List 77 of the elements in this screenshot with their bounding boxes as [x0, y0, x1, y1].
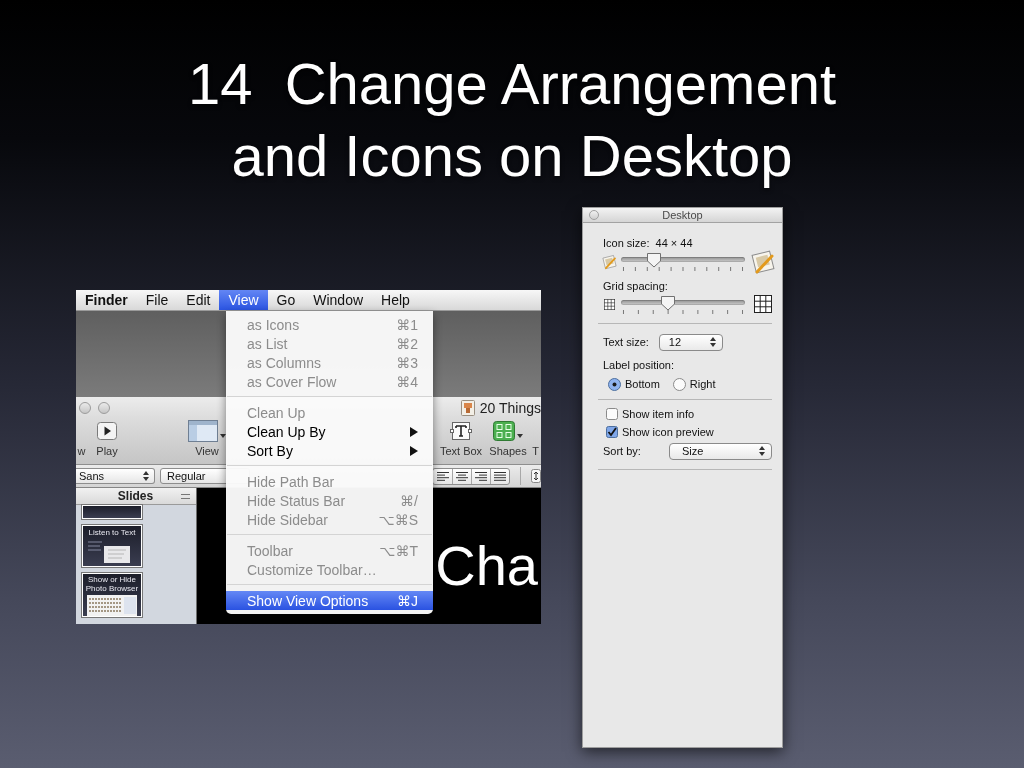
align-right-button[interactable] [471, 468, 490, 484]
slide-title: 14 Change Arrangement and Icons on Desktop [187, 50, 837, 190]
toolbar-button[interactable]: T [530, 419, 541, 464]
slide-thumbnail[interactable]: Listen to Text [82, 525, 142, 567]
up-down-arrows-icon [143, 471, 149, 481]
play-icon [97, 422, 117, 440]
window-title: 20 Things [479, 400, 541, 416]
slide-thumbnail[interactable]: Show or Hide Photo Browser [82, 573, 142, 617]
keyboard-shortcut: ⌘2 [396, 335, 418, 352]
menu-bar-item[interactable]: Window [304, 290, 373, 310]
submenu-arrow-icon [410, 426, 418, 437]
keyboard-shortcut: ⌘/ [400, 492, 418, 509]
radio-button[interactable] [608, 377, 621, 391]
panel-title: Slides [116, 489, 155, 503]
menu-bar-item[interactable]: File [136, 290, 178, 310]
grid-icon [603, 298, 615, 310]
keyboard-shortcut: ⌘4 [396, 373, 418, 390]
toolbar-button[interactable]: w [76, 419, 87, 464]
align-right-icon [475, 471, 487, 481]
popup-button[interactable]: Size [668, 442, 772, 460]
section-label: Icon size: 44 × 44 [603, 236, 694, 250]
radio-label[interactable]: Right [689, 378, 716, 390]
line-spacing-icon[interactable] [531, 469, 541, 483]
submenu-arrow-icon [410, 445, 418, 456]
section-label: Label position: [603, 358, 675, 372]
section-label: Grid spacing: [603, 279, 669, 293]
checkbox-label[interactable]: Show item info [622, 408, 695, 420]
keyboard-shortcut: ⌥⌘T [379, 542, 418, 559]
thumbnail-title: Listen to Text [88, 528, 136, 537]
caret-icon [220, 434, 226, 438]
menu-item[interactable]: Clean Up By [226, 422, 433, 441]
font-popup[interactable]: Sans [76, 468, 155, 484]
slider-track[interactable] [621, 293, 745, 315]
field-label: Text size: [603, 336, 649, 348]
grid-icon [754, 295, 772, 313]
window-icon [188, 420, 218, 442]
menu-bar-item[interactable]: Finder [76, 290, 137, 310]
thumbnail-title: Show or Hide Photo Browser [84, 575, 140, 593]
checkbox-label[interactable]: Show icon preview [622, 426, 714, 438]
slide-content-drawing [86, 594, 138, 616]
justify-icon [494, 471, 506, 481]
text-box-icon [450, 421, 472, 441]
menu-item[interactable]: Show View Options ⌘J [226, 591, 433, 610]
menu-bar-item[interactable]: Help [372, 290, 419, 310]
radio-button[interactable] [672, 377, 686, 391]
radio-label[interactable]: Bottom [625, 378, 660, 390]
align-left-icon [436, 471, 449, 481]
slider-track[interactable] [621, 250, 745, 272]
menu-bar-item[interactable]: Edit [177, 290, 220, 310]
popup-button[interactable]: 12 [658, 333, 723, 351]
align-center-icon [456, 471, 468, 481]
slider-thumb[interactable] [646, 252, 663, 268]
caret-icon [517, 434, 523, 438]
menu-bar-item[interactable]: View [219, 290, 268, 310]
toolbar-button[interactable]: Play [87, 419, 127, 464]
checkbox[interactable] [606, 426, 618, 438]
menu-item[interactable]: Sort By [226, 441, 433, 460]
checkbox[interactable] [606, 408, 618, 420]
align-center-button[interactable] [452, 468, 471, 484]
document-icon [460, 400, 475, 416]
field-label: Sort by: [603, 445, 641, 457]
panel-title: Desktop [661, 209, 704, 221]
up-down-arrows-icon [709, 337, 716, 347]
menu-bar-item[interactable]: Go [267, 290, 305, 310]
toolbar-button[interactable]: Shapes [486, 419, 530, 464]
slider-thumb[interactable] [660, 295, 677, 311]
slide-text: Cha [435, 537, 538, 595]
toolbar-button[interactable]: Text Box [436, 419, 486, 464]
shapes-icon [493, 421, 515, 441]
keyboard-shortcut: ⌘J [397, 592, 418, 609]
handle-icon[interactable] [181, 493, 190, 499]
justify-button[interactable] [490, 468, 509, 484]
keyboard-shortcut: ⌥⌘S [378, 511, 418, 528]
keyboard-shortcut: ⌘3 [396, 354, 418, 371]
up-down-arrows-icon [759, 446, 765, 456]
slide-thumbnail[interactable] [82, 505, 142, 519]
keyboard-shortcut: ⌘1 [396, 316, 418, 333]
